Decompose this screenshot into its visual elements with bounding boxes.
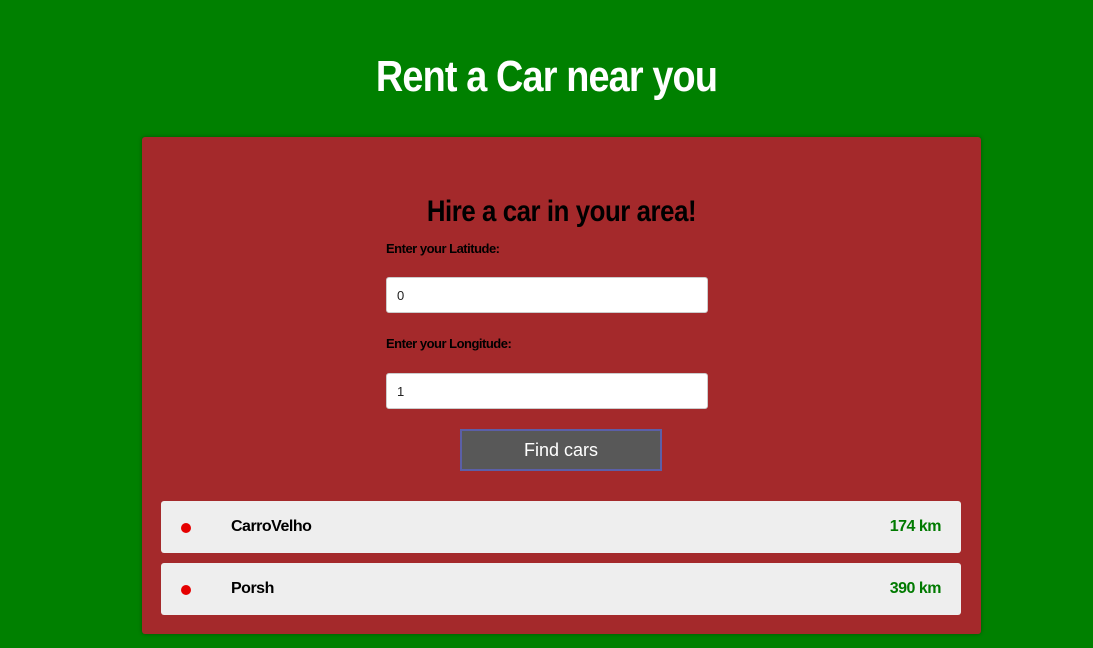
car-distance: 174 km — [889, 518, 942, 535]
result-row[interactable]: Porsh 390 km — [161, 563, 961, 615]
results-list: CarroVelho 174 km Porsh 390 km — [161, 501, 961, 625]
result-row[interactable]: CarroVelho 174 km — [161, 501, 961, 553]
page-title: Rent a Car near you — [375, 52, 718, 102]
search-panel: Hire a car in your area! Enter your Lati… — [142, 137, 981, 634]
latitude-label: Enter your Latitude: — [386, 241, 500, 256]
car-name: Porsh — [231, 580, 274, 597]
car-name: CarroVelho — [231, 518, 312, 535]
status-dot-icon — [181, 523, 191, 533]
latitude-input[interactable] — [386, 277, 708, 313]
longitude-input[interactable] — [386, 373, 708, 409]
longitude-label: Enter your Longitude: — [386, 336, 512, 351]
status-dot-icon — [181, 585, 191, 595]
find-cars-button[interactable]: Find cars — [460, 429, 662, 471]
car-distance: 390 km — [889, 580, 942, 597]
panel-title: Hire a car in your area! — [426, 194, 697, 228]
